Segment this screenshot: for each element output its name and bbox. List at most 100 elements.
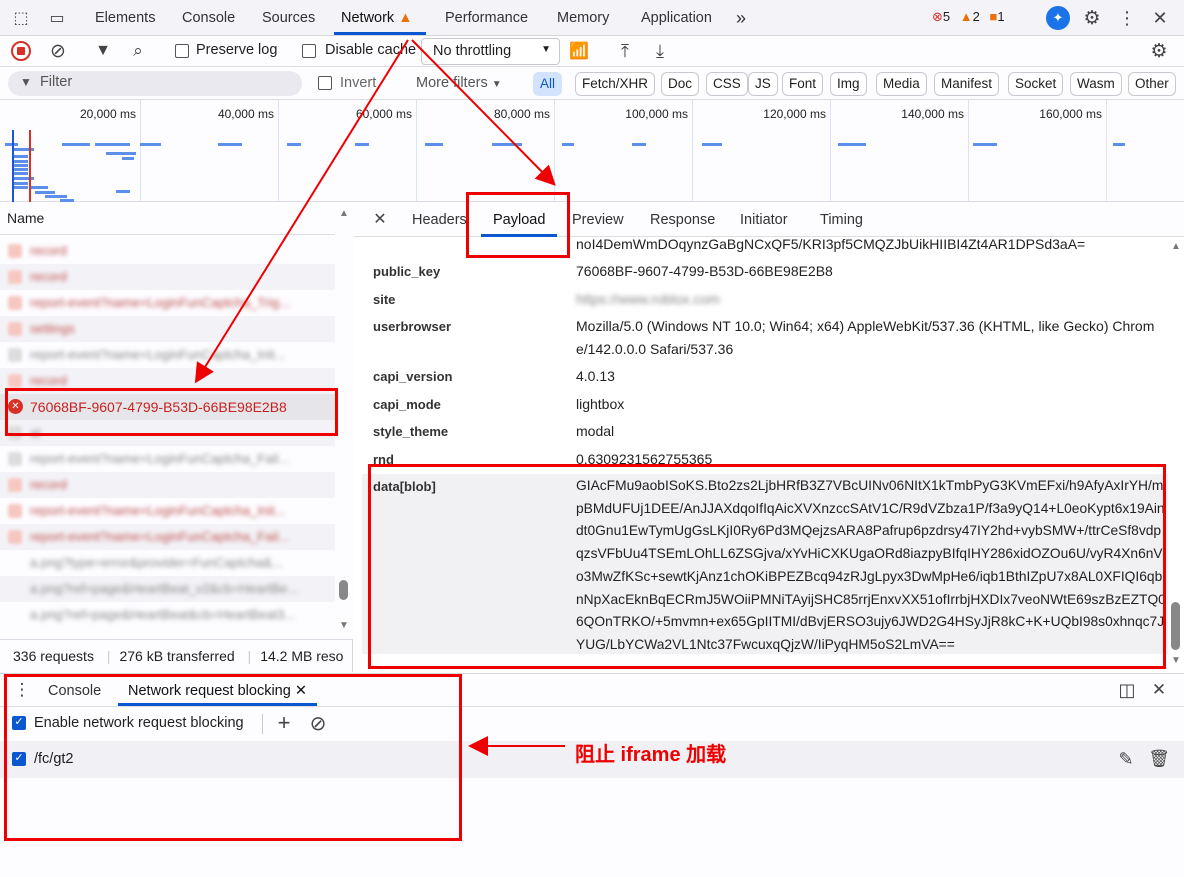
request-name: record <box>30 477 67 492</box>
warning-icon: ▲ <box>398 10 412 26</box>
detail-scrollbar[interactable]: ▲ ▼ <box>1168 237 1184 672</box>
close-detail-icon[interactable]: ✕ <box>370 209 390 229</box>
filter-chip-other[interactable]: Other <box>1128 72 1176 96</box>
filter-input[interactable]: ▼ Filter <box>8 71 302 96</box>
name-column-header[interactable]: Name <box>0 202 335 235</box>
tab-response[interactable]: Response <box>650 202 715 237</box>
scroll-thumb[interactable] <box>1171 602 1180 650</box>
scroll-up-icon[interactable]: ▲ <box>339 208 349 219</box>
timeline-tick-label: 140,000 ms <box>874 107 964 121</box>
request-row[interactable]: a.png?ref=page&HeartBeat_v2&cb=HeartBe..… <box>0 576 335 602</box>
timeline-request-bar <box>355 143 369 146</box>
tab-application[interactable]: Application <box>641 0 712 36</box>
request-row[interactable]: report-event?name=LoginFunCaptcha_Trig..… <box>0 290 335 316</box>
more-tabs-button[interactable]: » <box>736 0 746 36</box>
invert-label: Invert <box>340 75 376 91</box>
filter-chip-font[interactable]: Font <box>782 72 823 96</box>
timeline-gridline <box>830 100 831 202</box>
more-options-icon[interactable]: ⋮ <box>1115 6 1139 30</box>
public-key-value: 76068BF-9607-4799-B53D-66BE98E2B8 <box>576 260 1166 283</box>
request-name: report-event?name=LoginFunCaptcha_Init..… <box>30 503 285 518</box>
field-key: style_theme <box>373 424 448 439</box>
edit-pencil-icon[interactable]: ✎ <box>1115 748 1137 770</box>
tab-initiator[interactable]: Initiator <box>740 202 788 237</box>
tab-timing[interactable]: Timing <box>820 202 863 237</box>
request-row[interactable]: settings <box>0 316 335 342</box>
filter-chip-media[interactable]: Media <box>876 72 927 96</box>
settings-gear-icon[interactable]: ⚙ <box>1080 6 1104 30</box>
filter-chip-wasm[interactable]: Wasm <box>1070 72 1122 96</box>
filter-chip-fetch-xhr[interactable]: Fetch/XHR <box>575 72 655 96</box>
more-filters-dropdown[interactable]: More filters ▼ <box>416 75 502 91</box>
field-key: site <box>373 292 395 307</box>
request-row[interactable]: report-event?name=LoginFunCaptcha_Init..… <box>0 342 335 368</box>
request-row[interactable]: record <box>0 472 335 498</box>
request-list-scrollbar[interactable]: ▲ ▼ <box>336 202 353 639</box>
clear-icon[interactable]: ⊘ <box>47 40 69 62</box>
network-settings-icon[interactable]: ⚙ <box>1148 40 1170 62</box>
tab-sources[interactable]: Sources <box>262 0 315 36</box>
device-toolbar-icon[interactable]: ▭ <box>45 8 69 28</box>
filter-chip-css[interactable]: CSS <box>706 72 748 96</box>
scroll-up-icon[interactable]: ▲ <box>1171 241 1181 252</box>
scroll-down-icon[interactable]: ▼ <box>1171 655 1181 666</box>
scroll-down-icon[interactable]: ▼ <box>339 620 349 631</box>
request-name: report-event?name=LoginFunCaptcha_Fail..… <box>30 529 289 544</box>
filter-chip-manifest[interactable]: Manifest <box>934 72 999 96</box>
request-row[interactable]: record <box>0 264 335 290</box>
filter-chip-img[interactable]: Img <box>830 72 867 96</box>
import-har-icon[interactable]: ⤒ <box>614 40 636 62</box>
timeline-tick-label: 20,000 ms <box>46 107 136 121</box>
timeline-overview[interactable]: 20,000 ms40,000 ms60,000 ms80,000 ms100,… <box>0 100 1184 202</box>
transferred-size: 276 kB transferred <box>119 648 234 664</box>
timeline-request-bar <box>14 164 28 167</box>
request-type-icon <box>8 478 22 492</box>
request-row[interactable]: report-event?name=LoginFunCaptcha_Fail..… <box>0 446 335 472</box>
tab-console[interactable]: Console <box>182 0 235 36</box>
preserve-log-checkbox[interactable] <box>175 44 189 58</box>
filter-chip-doc[interactable]: Doc <box>661 72 699 96</box>
request-name: report-event?name=LoginFunCaptcha_Fail..… <box>30 451 289 466</box>
export-har-icon[interactable]: ⤓ <box>649 40 671 62</box>
tab-performance[interactable]: Performance <box>445 0 528 36</box>
tab-memory[interactable]: Memory <box>557 0 609 36</box>
filter-chip-js[interactable]: JS <box>748 72 778 96</box>
timeline-request-bar <box>492 143 522 146</box>
network-conditions-icon[interactable]: 📶 <box>567 40 591 62</box>
throttling-select[interactable]: No throttling▼ <box>421 38 560 65</box>
dock-side-icon[interactable]: ◫ <box>1116 679 1138 701</box>
request-name: settings <box>30 321 75 336</box>
issue-counters[interactable]: ⊗5 ▲2 ■1 <box>932 9 1005 25</box>
invert-checkbox[interactable] <box>318 76 332 90</box>
timeline-request-bar <box>1113 143 1125 146</box>
filter-chip-socket[interactable]: Socket <box>1008 72 1063 96</box>
tab-preview[interactable]: Preview <box>572 202 624 237</box>
delete-trash-icon[interactable]: 🗑 <box>1148 748 1170 770</box>
ai-assistant-icon[interactable]: ✦ <box>1046 6 1070 30</box>
record-stop-icon[interactable] <box>11 41 31 61</box>
search-icon[interactable]: ⌕ <box>127 40 149 62</box>
timeline-request-bar <box>14 186 28 189</box>
close-drawer-icon[interactable]: ✕ <box>1148 679 1170 701</box>
filter-icon[interactable]: ▼ <box>92 40 114 62</box>
filter-chip-all[interactable]: All <box>533 72 562 96</box>
close-devtools-icon[interactable]: ✕ <box>1148 6 1172 30</box>
request-name: record <box>30 269 67 284</box>
tab-elements[interactable]: Elements <box>95 0 155 36</box>
disable-cache-checkbox[interactable] <box>302 44 316 58</box>
inspect-element-icon[interactable]: ⬚ <box>10 8 32 28</box>
timeline-request-bar <box>632 143 646 146</box>
request-row[interactable]: report-event?name=LoginFunCaptcha_Init..… <box>0 498 335 524</box>
request-row[interactable]: report-event?name=LoginFunCaptcha_Fail..… <box>0 524 335 550</box>
tab-network[interactable]: Network ▲ <box>334 0 426 35</box>
timeline-request-bar <box>95 143 130 146</box>
style-theme-value: modal <box>576 420 1166 443</box>
error-icon: ⊗ <box>932 9 943 24</box>
request-row[interactable]: a.png?ref=page&HeartBeat&cb=HeartBeat3..… <box>0 602 335 628</box>
annotation-box-blob <box>368 464 1166 669</box>
request-row[interactable]: record <box>0 238 335 264</box>
request-row[interactable]: a.png?type=error&provider=FunCaptcha&... <box>0 550 335 576</box>
tab-headers[interactable]: Headers <box>412 202 467 237</box>
scroll-thumb[interactable] <box>339 580 348 600</box>
timeline-request-bar <box>14 177 34 180</box>
